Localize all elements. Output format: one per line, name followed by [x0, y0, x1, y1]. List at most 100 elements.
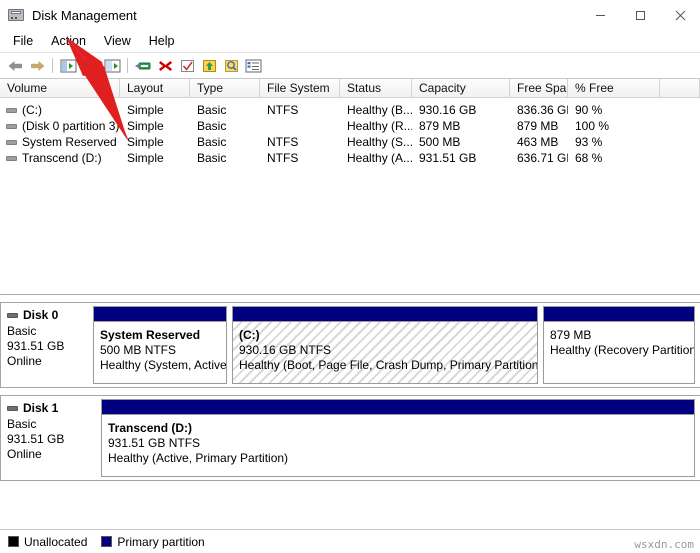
partition-details: Transcend (D:) 931.51 GB NTFS Healthy (A…	[102, 415, 694, 476]
volume-list-pane: Volume Layout Type File System Status Ca…	[0, 79, 700, 295]
check-icon[interactable]	[176, 55, 198, 76]
type-cell: Basic	[197, 151, 227, 165]
table-row[interactable]: (Disk 0 partition 3) Simple Basic Health…	[0, 118, 700, 134]
partition-name: Transcend (D:)	[108, 421, 193, 435]
legend-bar: Unallocated Primary partition wsxdn.com	[0, 529, 700, 553]
capacity-cell: 931.51 GB	[419, 151, 477, 165]
delete-icon[interactable]	[154, 55, 176, 76]
partition-color-bar	[233, 307, 537, 322]
close-button[interactable]	[660, 0, 700, 30]
disk-management-window: Disk Management File Action View Help ? …	[0, 0, 700, 553]
free-space-cell: 636.71 GB	[517, 151, 568, 165]
partition-color-bar	[102, 400, 694, 415]
partition-status: Healthy (Recovery Partition	[550, 343, 694, 357]
title-bar: Disk Management	[0, 0, 700, 30]
menu-file[interactable]: File	[4, 32, 42, 50]
minimize-button[interactable]	[580, 0, 620, 30]
partition-details: (C:) 930.16 GB NTFS Healthy (Boot, Page …	[233, 322, 537, 383]
properties-icon[interactable]	[132, 55, 154, 76]
column-header-percent-free[interactable]: % Free	[568, 79, 660, 97]
disk-row-1: Disk 1 Basic 931.51 GB Online Transcend …	[0, 395, 700, 481]
partition-status: Healthy (Active, Primary Partition)	[108, 451, 289, 465]
help-icon[interactable]: ?	[79, 55, 101, 76]
partition-recovery[interactable]: 879 MB Healthy (Recovery Partition	[543, 306, 695, 384]
disk-state: Online	[7, 447, 42, 461]
forward-icon[interactable]	[26, 55, 48, 76]
window-title: Disk Management	[32, 7, 137, 23]
percent-free-cell: 93 %	[575, 135, 603, 149]
disk-graphical-pane: Disk 0 Basic 931.51 GB Online System Res…	[0, 295, 700, 529]
partition-name: System Reserved	[100, 328, 201, 342]
partition-c-drive[interactable]: (C:) 930.16 GB NTFS Healthy (Boot, Page …	[232, 306, 538, 384]
partition-color-bar	[544, 307, 694, 322]
file-system-cell: NTFS	[267, 135, 299, 149]
volume-cell: System Reserved	[0, 135, 120, 149]
menu-bar: File Action View Help	[0, 30, 700, 53]
toolbar-separator	[52, 58, 53, 73]
column-header-file-system[interactable]: File System	[260, 79, 340, 97]
partition-name: (C:)	[239, 328, 260, 342]
free-space-cell: 463 MB	[517, 135, 559, 149]
table-row[interactable]: (C:) Simple Basic NTFS Healthy (B... 930…	[0, 102, 700, 118]
layout-cell: Simple	[127, 151, 164, 165]
toolbar-separator	[127, 58, 128, 73]
column-header-volume[interactable]: Volume	[0, 79, 120, 97]
back-icon[interactable]	[4, 55, 26, 76]
upload-icon[interactable]	[198, 55, 220, 76]
type-cell: Basic	[197, 103, 227, 117]
status-cell: Healthy (A...	[347, 151, 412, 165]
partition-system-reserved[interactable]: System Reserved 500 MB NTFS Healthy (Sys…	[93, 306, 227, 384]
percent-free-cell: 90 %	[575, 103, 603, 117]
column-header-type[interactable]: Type	[190, 79, 260, 97]
column-header-status[interactable]: Status	[340, 79, 412, 97]
disk-info-1[interactable]: Disk 1 Basic 931.51 GB Online	[0, 395, 98, 481]
show-action-pane-icon[interactable]	[101, 55, 123, 76]
column-header-free-space[interactable]: Free Spa...	[510, 79, 568, 97]
search-icon[interactable]	[220, 55, 242, 76]
disk-size: 931.51 GB	[7, 432, 65, 446]
watermark: wsxdn.com	[634, 538, 694, 551]
show-console-tree-icon[interactable]	[57, 55, 79, 76]
partition-details: 879 MB Healthy (Recovery Partition	[544, 322, 694, 383]
volume-label: System Reserved	[22, 135, 117, 149]
menu-help[interactable]: Help	[140, 32, 184, 50]
column-header-layout[interactable]: Layout	[120, 79, 190, 97]
volume-list-header: Volume Layout Type File System Status Ca…	[0, 79, 700, 98]
menu-action[interactable]: Action	[42, 32, 95, 50]
disk-size: 931.51 GB	[7, 339, 65, 353]
volume-cell: (Disk 0 partition 3)	[0, 119, 120, 133]
volume-icon	[6, 155, 17, 161]
disk-title: Disk 1	[7, 401, 98, 415]
disk-info-0[interactable]: Disk 0 Basic 931.51 GB Online	[0, 302, 90, 388]
file-system-cell: NTFS	[267, 103, 299, 117]
table-row[interactable]: Transcend (D:) Simple Basic NTFS Healthy…	[0, 150, 700, 166]
menu-view[interactable]: View	[95, 32, 140, 50]
column-header-capacity[interactable]: Capacity	[412, 79, 510, 97]
percent-free-cell: 68 %	[575, 151, 603, 165]
disk-icon	[7, 312, 18, 318]
partition-status: Healthy (Boot, Page File, Crash Dump, Pr…	[239, 358, 537, 372]
layout-cell: Simple	[127, 119, 164, 133]
volume-cell: (C:)	[0, 103, 120, 117]
disk-name: Disk 1	[23, 401, 59, 415]
capacity-cell: 930.16 GB	[419, 103, 477, 117]
free-space-cell: 836.36 GB	[517, 103, 568, 117]
toolbar: ?	[0, 53, 700, 79]
partition-transcend-d[interactable]: Transcend (D:) 931.51 GB NTFS Healthy (A…	[101, 399, 695, 477]
list-view-icon[interactable]	[242, 55, 264, 76]
type-cell: Basic	[197, 135, 227, 149]
legend-item-unallocated: Unallocated	[8, 535, 87, 549]
column-header-filler[interactable]	[660, 79, 700, 97]
disk-title: Disk 0	[7, 308, 90, 322]
volume-label: Transcend (D:)	[22, 151, 102, 165]
legend-swatch-primary-partition	[101, 536, 113, 547]
free-space-cell: 879 MB	[517, 119, 559, 133]
partition-details: System Reserved 500 MB NTFS Healthy (Sys…	[94, 322, 226, 383]
partition-size: 931.51 GB NTFS	[108, 436, 201, 450]
partition-size: 879 MB	[550, 328, 592, 342]
capacity-cell: 879 MB	[419, 119, 461, 133]
table-row[interactable]: System Reserved Simple Basic NTFS Health…	[0, 134, 700, 150]
maximize-button[interactable]	[620, 0, 660, 30]
legend-label-primary-partition: Primary partition	[117, 534, 205, 549]
volume-label: (Disk 0 partition 3)	[22, 119, 120, 133]
